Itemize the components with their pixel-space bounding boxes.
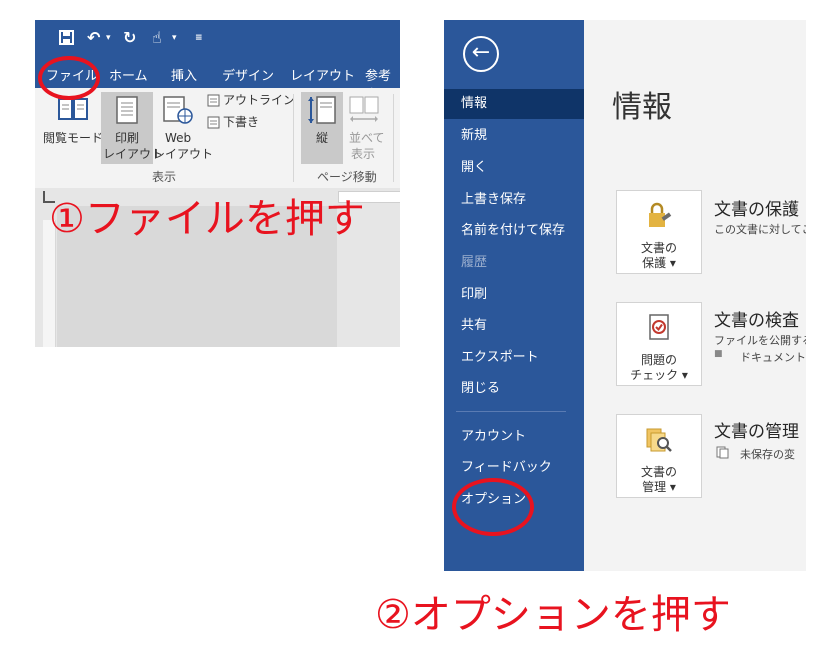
manage-document-icon xyxy=(646,428,672,452)
tab-layout[interactable]: レイアウト xyxy=(290,65,355,84)
step2-instruction: ②オプションを押す xyxy=(375,592,731,638)
protect-button-label-2: 保護 ▾ xyxy=(642,256,676,270)
page-move-group-label: ページ移動 xyxy=(317,170,377,184)
outline-icon xyxy=(207,94,220,107)
inspect-section-bullet: ドキュメントの xyxy=(740,351,806,364)
page-title: 情報 xyxy=(612,90,672,125)
group-separator xyxy=(293,94,294,182)
side-by-side-label-1: 並べて xyxy=(349,131,385,145)
manage-button-label-1: 文書の xyxy=(640,465,677,479)
unsaved-versions-icon xyxy=(716,446,729,459)
quick-access-toolbar: ↶ ▾ ↻ ☝ ▾ ≡ xyxy=(35,20,400,58)
vertical-label: 縦 xyxy=(316,131,329,145)
nav-item-save[interactable]: 上書き保存 xyxy=(444,185,584,215)
tab-insert[interactable]: 挿入 xyxy=(171,65,197,84)
web-layout-label-2[interactable]: レイアウト xyxy=(153,146,213,162)
step1-instruction: ①ファイルを押す xyxy=(49,196,365,242)
nav-item-print[interactable]: 印刷 xyxy=(444,280,584,310)
ribbon-body: 閲覧モード 印刷 レイアウト Web レイアウト アウトライン 下書き 表示 縦… xyxy=(35,88,400,189)
touch-mode-icon[interactable]: ☝ xyxy=(152,28,162,47)
protect-button-label-1: 文書の xyxy=(640,241,677,255)
dropdown-arrow-icon[interactable]: ▾ xyxy=(106,33,111,43)
inspect-document-icon xyxy=(649,314,669,340)
nav-item-info[interactable]: 情報 xyxy=(444,89,584,119)
nav-item-account[interactable]: アカウント xyxy=(444,422,584,452)
view-group-label: 表示 xyxy=(152,170,177,184)
protect-document-button[interactable]: 文書の 保護 ▾ xyxy=(616,190,702,274)
inspect-section-desc: ファイルを公開する xyxy=(714,334,806,347)
tab-home[interactable]: ホーム xyxy=(109,65,148,84)
protect-section-desc: この文書に対してこ xyxy=(714,223,806,236)
nav-item-open[interactable]: 開く xyxy=(444,153,584,183)
inspect-section-bullet-mark: ■ xyxy=(714,349,723,359)
nav-item-history: 履歴 xyxy=(461,255,488,270)
nav-item-close[interactable]: 閉じる xyxy=(444,374,584,404)
nav-item-save-as[interactable]: 名前を付けて保存 xyxy=(444,216,584,246)
check-button-label-2: チェック ▾ xyxy=(630,368,688,382)
highlight-circle-file xyxy=(38,56,100,100)
dropdown-arrow-icon[interactable]: ▾ xyxy=(172,33,177,43)
lock-icon xyxy=(649,202,672,227)
nav-item-new[interactable]: 新規 xyxy=(444,121,584,151)
highlight-circle-options xyxy=(452,478,534,536)
save-icon[interactable] xyxy=(59,30,74,45)
tab-design[interactable]: デザイン xyxy=(222,65,274,84)
read-mode-button[interactable]: 閲覧モード xyxy=(43,130,103,146)
nav-separator xyxy=(456,411,566,412)
vertical-icon xyxy=(308,96,336,124)
draft-icon xyxy=(207,116,220,129)
nav-item-share[interactable]: 共有 xyxy=(444,311,584,341)
web-layout-icon xyxy=(163,96,193,124)
manage-section-title: 文書の管理 xyxy=(714,422,799,442)
manage-button-label-2: 管理 ▾ xyxy=(642,480,676,494)
check-button-label-1: 問題の xyxy=(640,353,677,367)
protect-section-title: 文書の保護 xyxy=(714,200,799,220)
web-layout-label-1[interactable]: Web xyxy=(165,130,191,146)
group-separator xyxy=(393,94,394,182)
redo-icon[interactable]: ↻ xyxy=(123,28,136,47)
draft-button[interactable]: 下書き xyxy=(223,114,259,130)
inspect-section-title: 文書の検査 xyxy=(714,311,799,331)
print-layout-icon xyxy=(116,96,138,124)
manage-document-button[interactable]: 文書の 管理 ▾ xyxy=(616,414,702,498)
check-issues-button[interactable]: 問題の チェック ▾ xyxy=(616,302,702,386)
nav-item-feedback[interactable]: フィードバック xyxy=(444,453,584,483)
nav-item-export[interactable]: エクスポート xyxy=(444,343,584,373)
manage-section-desc: 未保存の変 xyxy=(740,448,795,461)
print-layout-label-1: 印刷 xyxy=(115,131,140,145)
side-by-side-icon xyxy=(349,96,379,122)
outline-button[interactable]: アウトライン xyxy=(223,92,295,108)
side-by-side-label-2: 表示 xyxy=(351,147,376,161)
customize-qat-icon[interactable]: ≡ xyxy=(195,33,203,43)
read-mode-icon xyxy=(58,98,88,120)
undo-icon[interactable]: ↶ xyxy=(87,28,100,47)
back-arrow-icon[interactable]: ← xyxy=(463,36,499,72)
